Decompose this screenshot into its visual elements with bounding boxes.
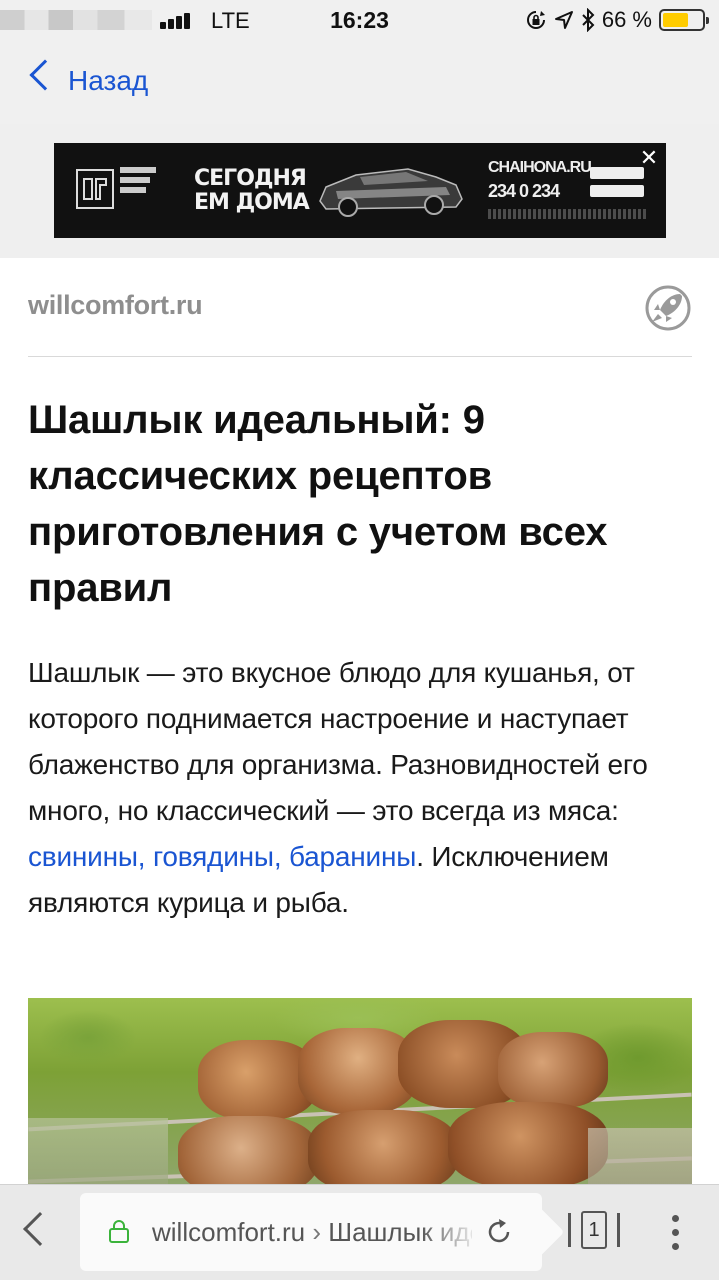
tabs-button[interactable]: 1 bbox=[566, 1209, 622, 1253]
meat-types-link[interactable]: свинины, говядины, баранины bbox=[28, 841, 416, 872]
reload-icon[interactable] bbox=[484, 1217, 514, 1247]
ad-close-icon[interactable]: ✕ bbox=[638, 147, 660, 169]
battery-fill bbox=[663, 13, 689, 27]
article-intro: Шашлык — это вкусное блюдо для кушанья, … bbox=[28, 650, 692, 926]
meat-piece bbox=[498, 1032, 608, 1108]
article-source[interactable]: willcomfort.ru bbox=[28, 290, 203, 321]
more-menu-icon[interactable] bbox=[660, 1213, 690, 1253]
article-photo[interactable] bbox=[28, 998, 692, 1184]
ad-phone: 234 0 234 bbox=[488, 181, 560, 201]
location-icon bbox=[554, 11, 573, 29]
battery-icon bbox=[659, 9, 709, 31]
browser-toolbar: willcomfort.ru › Шашлык идеальный 1 bbox=[0, 1184, 719, 1280]
ad-logo-text bbox=[120, 167, 164, 193]
top-navigation: Назад bbox=[0, 40, 719, 124]
back-label[interactable]: Назад bbox=[68, 65, 148, 97]
ad-logo-icon bbox=[76, 169, 114, 209]
meat-piece bbox=[308, 1110, 458, 1184]
intro-text-start: Шашлык — это вкусное блюдо для кушанья, … bbox=[28, 657, 648, 826]
battery-percent: 66 % bbox=[601, 7, 652, 32]
article-title: Шашлык идеальный: 9 классических рецепто… bbox=[28, 398, 608, 610]
turbo-rocket-icon[interactable] bbox=[644, 284, 692, 332]
ad-headline-line2: ЕМ ДОМА bbox=[194, 190, 310, 215]
url-separator: › bbox=[305, 1217, 329, 1247]
meat-piece bbox=[448, 1102, 608, 1184]
bluetooth-icon bbox=[582, 8, 595, 32]
status-icons: 66 % bbox=[525, 6, 709, 34]
status-bar: LTE 16:23 66 % bbox=[0, 0, 719, 40]
app-store-badge[interactable] bbox=[590, 167, 644, 179]
tabs-count: 1 bbox=[581, 1211, 607, 1249]
ad-headline: СЕГОДНЯ ЕМ ДОМА bbox=[194, 166, 310, 215]
ad-container: СЕГОДНЯ ЕМ ДОМА CHAIHONA.RU 234 0 234 ✕ bbox=[0, 124, 719, 258]
address-bar[interactable]: willcomfort.ru › Шашлык идеальный bbox=[80, 1193, 542, 1271]
ad-brand: CHAIHONA.RU bbox=[488, 159, 592, 176]
ad-fine-print bbox=[488, 209, 648, 219]
lock-icon bbox=[109, 1220, 129, 1243]
url-domain: willcomfort.ru bbox=[152, 1217, 306, 1247]
ad-banner[interactable]: СЕГОДНЯ ЕМ ДОМА CHAIHONA.RU 234 0 234 ✕ bbox=[54, 143, 666, 238]
ad-headline-line1: СЕГОДНЯ bbox=[194, 166, 307, 191]
lock-rotation-icon bbox=[526, 11, 545, 29]
car-image bbox=[319, 168, 463, 217]
divider bbox=[28, 356, 692, 357]
google-play-badge[interactable] bbox=[590, 185, 644, 197]
meat-piece bbox=[178, 1116, 318, 1184]
